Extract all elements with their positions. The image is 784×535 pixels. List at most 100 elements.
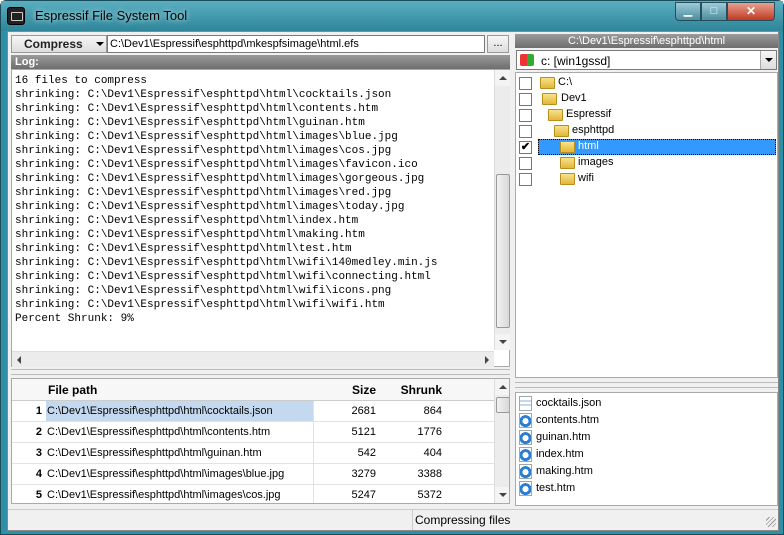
tree-node-selected[interactable]: ✔ html [516, 139, 777, 155]
drive-select[interactable]: c: [win1gssd] [516, 50, 777, 70]
list-item[interactable]: index.htm [516, 446, 777, 463]
chevron-down-icon[interactable] [760, 51, 776, 69]
cell-shrunk: 1776 [417, 426, 442, 438]
app-icon[interactable] [7, 7, 25, 25]
folder-path-header: C:\Dev1\Espressif\esphttpd\html [515, 34, 778, 48]
log-panel: 16 files to compress shrinking: C:\Dev1\… [11, 69, 510, 367]
file-table: File path Size Shrunk 1 C:\Dev1\Espressi… [11, 378, 510, 504]
cell-shrunk: 864 [423, 405, 442, 417]
file-label: index.htm [536, 448, 584, 460]
tree-node[interactable]: Dev1 [516, 91, 777, 107]
tree-node-label[interactable]: C:\ [558, 76, 572, 88]
tree-node-label[interactable]: esphttpd [572, 124, 614, 136]
compress-button[interactable]: Compress [11, 35, 107, 53]
cell-path[interactable]: C:\Dev1\Espressif\esphttpd\html\images\c… [46, 485, 314, 503]
folder-icon [548, 109, 563, 121]
log-vertical-scrollbar[interactable] [494, 70, 510, 350]
log-text: 16 files to compress shrinking: C:\Dev1\… [15, 75, 438, 325]
file-list: cocktails.json contents.htm guinan.htm i… [515, 392, 778, 506]
folder-icon [540, 77, 555, 89]
maximize-button[interactable]: □ [701, 2, 727, 21]
row-number: 1 [35, 405, 42, 417]
folder-checkbox[interactable]: ✔ [519, 141, 532, 154]
file-label: making.htm [536, 465, 593, 477]
cell-shrunk: 3388 [417, 468, 442, 480]
folder-icon [560, 157, 575, 169]
file-label: contents.htm [536, 414, 599, 426]
compress-button-label: Compress [24, 37, 83, 51]
scroll-right-icon[interactable] [478, 352, 494, 367]
html-file-icon [519, 464, 532, 479]
cell-size: 542 [357, 447, 376, 459]
list-item[interactable]: cocktails.json [516, 395, 777, 412]
log-table-splitter[interactable] [11, 369, 510, 375]
window-title: Espressif File System Tool [35, 8, 188, 23]
row-number: 2 [35, 426, 42, 438]
scroll-down-icon[interactable] [495, 487, 509, 503]
folder-tree: C:\ Dev1 Espressif esphttpd ✔ html image… [515, 72, 778, 378]
list-item[interactable]: guinan.htm [516, 429, 777, 446]
table-row[interactable]: 4 C:\Dev1\Espressif\esphttpd\html\images… [12, 464, 494, 485]
log-horizontal-scrollbar[interactable] [12, 351, 494, 367]
cell-path[interactable]: C:\Dev1\Espressif\esphttpd\html\cocktail… [46, 401, 314, 421]
log-header: Log: [11, 55, 510, 69]
drive-label: c: [win1gssd] [541, 54, 611, 68]
list-item[interactable]: making.htm [516, 463, 777, 480]
cell-path[interactable]: C:\Dev1\Espressif\esphttpd\html\guinan.h… [46, 443, 314, 463]
folder-icon [542, 93, 557, 105]
html-file-icon [519, 481, 532, 496]
cell-path[interactable]: C:\Dev1\Espressif\esphttpd\html\contents… [46, 422, 314, 442]
folder-checkbox[interactable] [519, 125, 532, 138]
resize-grip-icon[interactable] [766, 517, 776, 527]
column-header-shrunk[interactable]: Shrunk [380, 383, 444, 397]
table-row[interactable]: 5 C:\Dev1\Espressif\esphttpd\html\images… [12, 485, 494, 503]
scroll-left-icon[interactable] [12, 352, 28, 367]
table-row[interactable]: 3 C:\Dev1\Espressif\esphttpd\html\guinan… [12, 443, 494, 464]
cell-size: 2681 [351, 405, 376, 417]
tree-node-label[interactable]: images [578, 156, 613, 168]
folder-icon [560, 173, 575, 185]
tree-node[interactable]: images [516, 155, 777, 171]
folder-checkbox[interactable] [519, 173, 532, 186]
folder-icon [554, 125, 569, 137]
cell-path[interactable]: C:\Dev1\Espressif\esphttpd\html\images\b… [46, 464, 314, 484]
file-label: guinan.htm [536, 431, 591, 443]
tree-node-label[interactable]: wifi [578, 172, 594, 184]
folder-checkbox[interactable] [519, 77, 532, 90]
minimize-button[interactable]: ▁ [675, 2, 701, 21]
scroll-down-icon[interactable] [495, 334, 510, 350]
column-header-size[interactable]: Size [314, 383, 378, 397]
tree-node[interactable]: Espressif [516, 107, 777, 123]
list-item[interactable]: contents.htm [516, 412, 777, 429]
tree-node-label[interactable]: Espressif [566, 108, 611, 120]
tree-node-label[interactable]: Dev1 [561, 92, 587, 104]
column-header-path[interactable]: File path [48, 383, 97, 397]
tree-node-label[interactable]: html [578, 140, 599, 152]
tree-node[interactable]: esphttpd [516, 123, 777, 139]
drive-icon [520, 54, 534, 66]
list-item[interactable]: test.htm [516, 480, 777, 497]
table-row[interactable]: 2 C:\Dev1\Espressif\esphttpd\html\conten… [12, 422, 494, 443]
scroll-up-icon[interactable] [495, 379, 509, 395]
tree-node[interactable]: C:\ [516, 75, 777, 91]
browse-button[interactable]: ... [487, 35, 509, 53]
close-button[interactable]: ✕ [727, 2, 775, 21]
title-bar[interactable]: Espressif File System Tool ▁ □ ✕ [1, 1, 783, 31]
table-row[interactable]: 1 C:\Dev1\Espressif\esphttpd\html\cockta… [12, 401, 494, 422]
folder-checkbox[interactable] [519, 157, 532, 170]
folder-checkbox[interactable] [519, 93, 532, 106]
html-file-icon [519, 413, 532, 428]
file-label: cocktails.json [536, 397, 602, 409]
scroll-thumb[interactable] [496, 397, 509, 413]
scroll-up-icon[interactable] [495, 70, 510, 86]
tree-files-splitter[interactable] [515, 382, 778, 388]
chevron-down-icon[interactable] [96, 42, 104, 46]
tree-node[interactable]: wifi [516, 171, 777, 187]
folder-checkbox[interactable] [519, 109, 532, 122]
output-path-field[interactable]: C:\Dev1\Espressif\esphttpd\mkespfsimage\… [107, 35, 485, 53]
folder-icon [560, 141, 575, 153]
cell-size: 5247 [351, 489, 376, 501]
scroll-thumb[interactable] [496, 174, 510, 328]
table-vertical-scrollbar[interactable] [494, 379, 509, 503]
cell-shrunk: 5372 [417, 489, 442, 501]
